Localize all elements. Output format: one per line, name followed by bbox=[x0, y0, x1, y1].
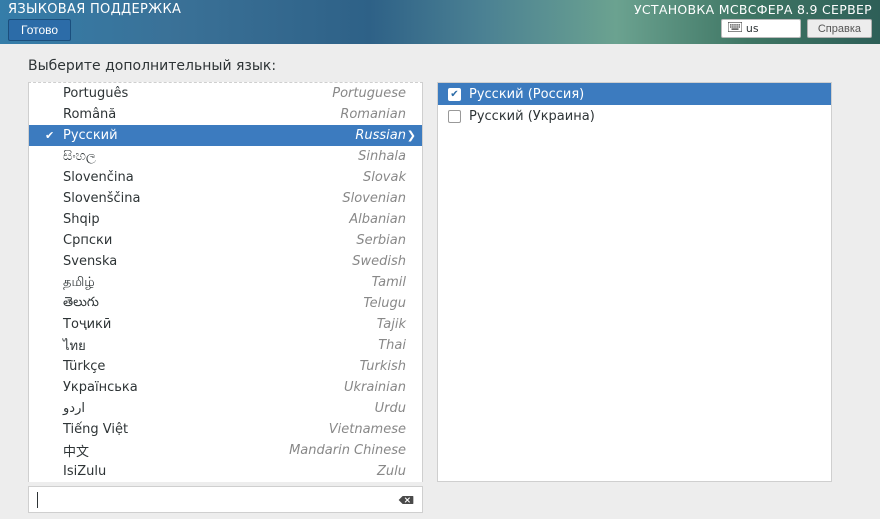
language-row[interactable]: ✔РусскийRussian❯ bbox=[29, 125, 422, 146]
check-icon: ✔ bbox=[45, 129, 63, 142]
language-native-name: اردو bbox=[63, 401, 85, 416]
language-english-name: Serbian bbox=[112, 233, 412, 248]
language-native-name: Shqip bbox=[63, 212, 100, 227]
language-english-name: Tajik bbox=[111, 317, 412, 332]
language-row[interactable]: PortuguêsPortuguese bbox=[29, 83, 422, 104]
language-row[interactable]: RomânăRomanian bbox=[29, 104, 422, 125]
language-english-name: Turkish bbox=[105, 359, 412, 374]
language-english-name: Swedish bbox=[117, 254, 412, 269]
language-row[interactable]: සිංහලSinhala bbox=[29, 146, 422, 167]
language-native-name: IsiZulu bbox=[63, 464, 106, 479]
language-native-name: Русский bbox=[63, 128, 118, 143]
language-native-name: தமிழ் bbox=[63, 275, 95, 291]
language-english-name: Sinhala bbox=[96, 149, 412, 164]
header-right: УСТАНОВКА МСВСФЕРА 8.9 СЕРВЕР us Справка bbox=[634, 2, 872, 38]
locale-checkbox[interactable] bbox=[448, 110, 461, 123]
locale-checkbox[interactable]: ✔ bbox=[448, 88, 461, 101]
language-english-name: Telugu bbox=[99, 296, 412, 311]
language-native-name: Slovenščina bbox=[63, 191, 141, 206]
locale-label: Русский (Россия) bbox=[469, 87, 584, 102]
language-row[interactable]: СрпскиSerbian bbox=[29, 230, 422, 251]
language-native-name: Română bbox=[63, 107, 116, 122]
language-english-name: Vietnamese bbox=[128, 422, 412, 437]
language-native-name: 中文 bbox=[63, 441, 89, 460]
instruction-label: Выберите дополнительный язык: bbox=[28, 58, 852, 74]
language-search-wrap[interactable] bbox=[28, 486, 423, 513]
content-area: Выберите дополнительный язык: PortuguêsP… bbox=[0, 44, 880, 519]
language-english-name: Thai bbox=[86, 338, 412, 353]
language-row[interactable]: ТоҷикӣTajik bbox=[29, 314, 422, 335]
language-row[interactable]: ไทยThai bbox=[29, 335, 422, 356]
language-english-name: Mandarin Chinese bbox=[89, 443, 412, 458]
language-native-name: Slovenčina bbox=[63, 170, 134, 185]
locale-row[interactable]: Русский (Украина) bbox=[438, 105, 831, 127]
language-search-input[interactable] bbox=[37, 492, 398, 507]
clear-search-icon[interactable] bbox=[398, 494, 414, 506]
language-english-name: Slovenian bbox=[141, 191, 413, 206]
language-row[interactable]: తెలుగుTelugu bbox=[29, 293, 422, 314]
language-row[interactable]: SlovenščinaSlovenian bbox=[29, 188, 422, 209]
language-english-name: Ukrainian bbox=[138, 380, 412, 395]
locale-list[interactable]: ✔ Русский (Россия) Русский (Украина) bbox=[437, 82, 832, 482]
locale-row[interactable]: ✔ Русский (Россия) bbox=[438, 83, 831, 105]
language-row[interactable]: SvenskaSwedish bbox=[29, 251, 422, 272]
keyboard-layout-label: us bbox=[746, 22, 759, 35]
language-native-name: Tiếng Việt bbox=[63, 422, 128, 437]
header-bar: ЯЗЫКОВАЯ ПОДДЕРЖКА Готово УСТАНОВКА МСВС… bbox=[0, 0, 880, 44]
locale-label: Русский (Украина) bbox=[469, 109, 595, 124]
language-row[interactable]: اردوUrdu bbox=[29, 398, 422, 419]
language-row[interactable]: 中文Mandarin Chinese bbox=[29, 440, 422, 461]
language-native-name: తెలుగు bbox=[63, 295, 99, 313]
language-english-name: Tamil bbox=[95, 275, 412, 290]
done-button[interactable]: Готово bbox=[8, 19, 71, 41]
text-caret bbox=[37, 492, 38, 508]
language-native-name: Тоҷикӣ bbox=[63, 317, 111, 332]
language-native-name: Svenska bbox=[63, 254, 117, 269]
language-english-name: Portuguese bbox=[128, 86, 412, 101]
language-row[interactable]: Tiếng ViệtVietnamese bbox=[29, 419, 422, 440]
language-native-name: Српски bbox=[63, 233, 112, 248]
language-english-name: Zulu bbox=[106, 464, 412, 479]
language-english-name: Romanian bbox=[116, 107, 412, 122]
language-row[interactable]: УкраїнськаUkrainian bbox=[29, 377, 422, 398]
language-native-name: Türkçe bbox=[63, 359, 105, 374]
language-row[interactable]: SlovenčinaSlovak bbox=[29, 167, 422, 188]
language-native-name: Português bbox=[63, 86, 128, 101]
language-row[interactable]: TürkçeTurkish bbox=[29, 356, 422, 377]
language-english-name: Albanian bbox=[100, 212, 412, 227]
keyboard-indicator[interactable]: us bbox=[721, 19, 801, 38]
language-row[interactable]: IsiZuluZulu bbox=[29, 461, 422, 482]
help-button[interactable]: Справка bbox=[807, 19, 872, 38]
language-native-name: ไทย bbox=[63, 335, 86, 356]
language-english-name: Urdu bbox=[85, 401, 412, 416]
language-list[interactable]: PortuguêsPortugueseRomânăRomanian✔Русски… bbox=[28, 82, 423, 482]
language-native-name: සිංහල bbox=[63, 149, 96, 164]
language-english-name: Slovak bbox=[134, 170, 412, 185]
chevron-right-icon: ❯ bbox=[407, 129, 416, 142]
language-row[interactable]: தமிழ்Tamil bbox=[29, 272, 422, 293]
language-row[interactable]: ShqipAlbanian bbox=[29, 209, 422, 230]
language-english-name: Russian bbox=[118, 128, 412, 143]
product-label: УСТАНОВКА МСВСФЕРА 8.9 СЕРВЕР bbox=[634, 2, 872, 17]
keyboard-icon bbox=[728, 22, 742, 35]
language-native-name: Українська bbox=[63, 380, 138, 395]
